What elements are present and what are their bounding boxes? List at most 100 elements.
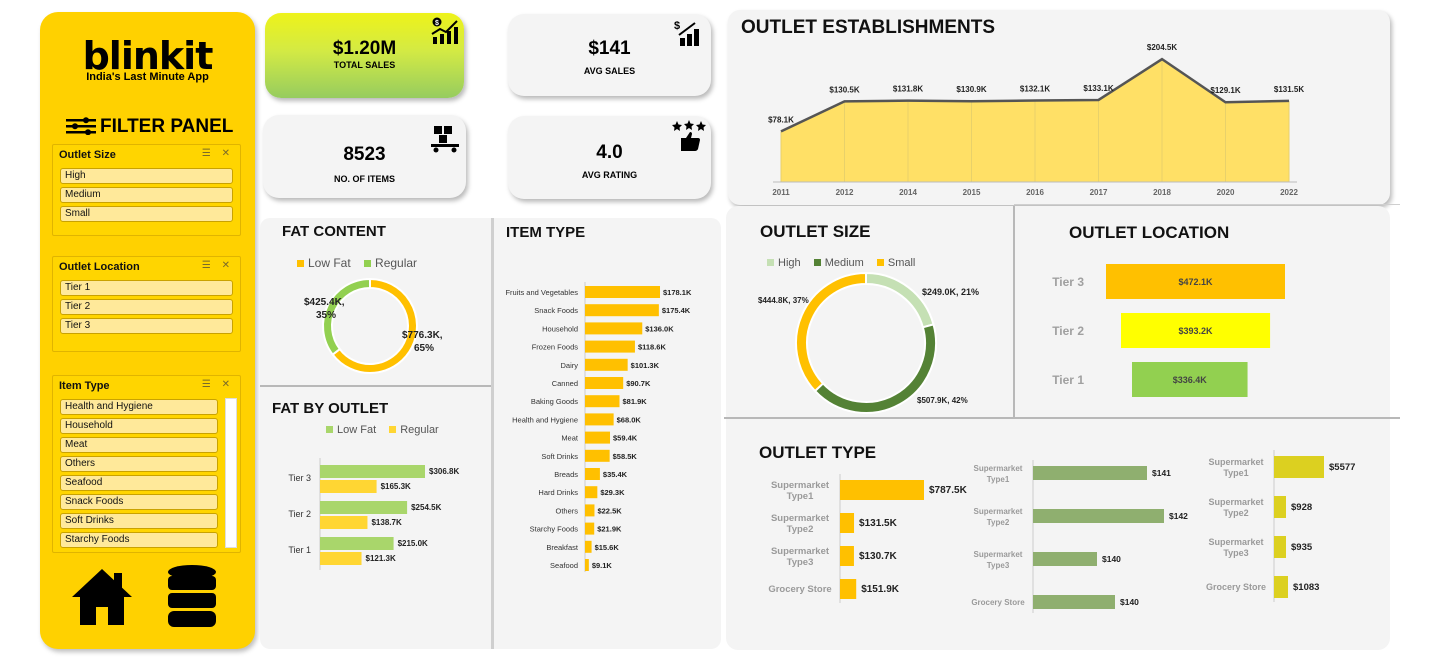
slicer-item-tier-3[interactable]: Tier 3 <box>60 318 233 334</box>
category-label: Supermarket <box>974 507 1023 516</box>
category-label: Grocery Store <box>1206 582 1266 592</box>
outlet-type-items-bar-chart: SupermarketType1 $5577SupermarketType2 $92… <box>1206 450 1355 602</box>
category-label: Type1 <box>1223 468 1248 478</box>
slicer-item[interactable]: Seafood <box>60 475 218 491</box>
database-icon[interactable] <box>166 564 218 630</box>
outlet-location-title: OUTLET LOCATION <box>1069 223 1230 242</box>
category-label: Type2 <box>1223 508 1248 518</box>
slicer-item[interactable]: Others <box>60 456 218 472</box>
bar <box>585 486 598 499</box>
bar <box>840 480 924 500</box>
home-icon[interactable] <box>70 567 134 627</box>
filter-panel-label: FILTER PANEL <box>100 116 234 137</box>
slicer-item[interactable]: Starchy Foods <box>60 532 218 548</box>
bar <box>585 504 595 517</box>
fat-by-outlet-legend: Low Fat Regular <box>326 424 439 436</box>
bar <box>320 465 425 478</box>
item-type-bar-chart: Fruits and Vegetables $178.1K Snack Foods $… <box>505 282 692 572</box>
x-tick-label: 2015 <box>963 188 981 197</box>
slicer-outlet-location: Outlet Location ☰ ✕ Tier 1 Tier 2 Tier 3 <box>52 256 241 352</box>
kpi-label: TOTAL SALES <box>333 60 396 70</box>
bar <box>1274 576 1288 598</box>
data-label: $444.8K, 37% <box>758 296 809 305</box>
kpi-no-of-items: 8523 NO. OF ITEMS <box>263 115 466 198</box>
bar <box>585 340 635 353</box>
slicer-title: Outlet Location <box>59 261 140 273</box>
data-label: $78.1K <box>768 115 794 124</box>
slicer-outlet-size: Outlet Size ☰ ✕ High Medium Small <box>52 144 241 236</box>
establishments-area-chart: 2011 $78.1K 2012 $130.5K 2014 $131.8K 2015 $130… <box>768 43 1304 197</box>
dollar-chart-icon: $ <box>674 20 699 46</box>
category-label: Household <box>542 324 578 333</box>
data-label: $472.1K <box>1178 277 1213 287</box>
bar <box>320 552 362 565</box>
bar <box>1274 456 1324 478</box>
bar <box>585 468 600 480</box>
slicer-item[interactable]: Household <box>60 418 218 434</box>
x-tick-label: 2020 <box>1217 188 1235 197</box>
data-label: $21.9K <box>597 525 622 534</box>
category-label: Breakfast <box>546 543 579 552</box>
data-label: $165.3K <box>381 482 411 491</box>
panel-divider <box>1014 204 1400 205</box>
bar <box>585 286 660 298</box>
data-label: $141 <box>1152 468 1171 478</box>
category-label: Health and Hygiene <box>512 415 578 424</box>
data-label: $90.7K <box>626 379 651 388</box>
data-label: $935 <box>1291 542 1313 553</box>
data-label: $175.4K <box>662 306 691 315</box>
data-label: $29.3K <box>600 488 625 497</box>
data-label: $336.4K <box>1173 375 1208 385</box>
multi-select-icon[interactable]: ☰ ✕ <box>202 260 234 271</box>
data-label: $204.5K <box>1147 43 1177 52</box>
slicer-item-tier-2[interactable]: Tier 2 <box>60 299 233 315</box>
slicer-item-small[interactable]: Small <box>60 206 233 222</box>
kpi-label: AVG SALES <box>583 66 636 76</box>
slicer-item[interactable]: Meat <box>60 437 218 453</box>
data-label: $130.7K <box>859 551 898 562</box>
data-label: $306.8K <box>429 467 459 476</box>
svg-text:$: $ <box>674 20 680 32</box>
legend-swatch <box>813 259 821 266</box>
data-label: $178.1K <box>663 288 692 297</box>
filter-sidebar: blinkit India's Last Minute App FILTER P… <box>40 12 255 649</box>
outlet-establishments-panel: OUTLET ESTABLISHMENTS 2011 $78.1K 2012 $130… <box>728 10 1390 205</box>
category-label: Type3 <box>1223 548 1248 558</box>
data-label: $101.3K <box>631 361 660 370</box>
bar <box>585 431 611 444</box>
bar <box>840 579 857 599</box>
category-label: Soft Drinks <box>541 452 578 461</box>
data-label: $133.1K <box>1083 84 1113 93</box>
x-tick-label: 2014 <box>899 188 917 197</box>
bar <box>585 522 595 535</box>
slicer-scrollbar[interactable] <box>225 398 237 548</box>
bar <box>585 559 589 571</box>
kpi-label: NO. OF ITEMS <box>333 174 395 184</box>
category-label: Type2 <box>787 524 814 535</box>
bar <box>585 358 628 371</box>
category-label: Supermarket <box>771 513 830 524</box>
category-label: Supermarket <box>1208 537 1263 547</box>
slicer-item-high[interactable]: High <box>60 168 233 184</box>
slicer-item[interactable]: Snack Foods <box>60 494 218 510</box>
multi-select-icon[interactable]: ☰ ✕ <box>202 148 234 159</box>
category-label: Canned <box>552 379 578 388</box>
data-label: $142 <box>1169 511 1188 521</box>
data-label: $393.2K <box>1179 326 1214 336</box>
slicer-item[interactable]: Soft Drinks <box>60 513 218 529</box>
legend-label: Regular <box>400 424 439 436</box>
slicer-item-medium[interactable]: Medium <box>60 187 233 203</box>
fat-content-donut-chart: $776.3K, 65% $425.4K, 35% <box>304 277 443 374</box>
data-label: $130.5K <box>829 85 859 94</box>
data-label: $138.7K <box>371 518 401 527</box>
data-label: $215.0K <box>398 539 428 548</box>
slicer-item[interactable]: Health and Hygiene <box>60 399 218 415</box>
legend-swatch <box>876 259 884 266</box>
data-label: 35% <box>316 310 336 321</box>
slicer-item-tier-1[interactable]: Tier 1 <box>60 280 233 296</box>
category-label: Grocery Store <box>768 584 831 595</box>
multi-select-icon[interactable]: ☰ ✕ <box>202 379 234 390</box>
bar <box>320 516 368 529</box>
data-label: $121.3K <box>366 554 396 563</box>
data-label: $22.5K <box>597 506 622 515</box>
